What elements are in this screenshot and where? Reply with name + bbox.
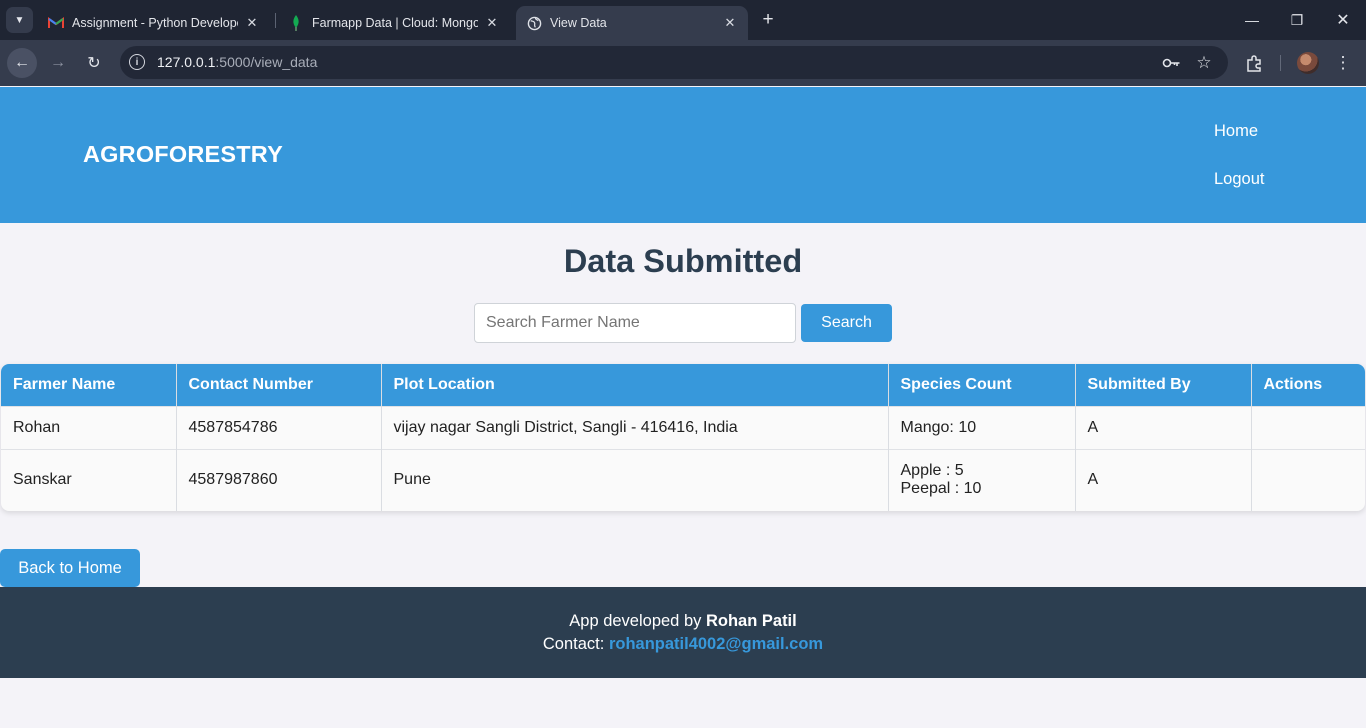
column-header: Actions: [1251, 364, 1365, 406]
nav-home-link[interactable]: Home: [1214, 122, 1258, 141]
tab-title: Assignment - Python Developer: [72, 16, 238, 30]
submitted-by-cell: A: [1075, 405, 1252, 449]
actions-cell: [1251, 448, 1365, 511]
profile-avatar[interactable]: [1297, 52, 1319, 74]
tab-title: Farmapp Data | Cloud: MongoDB: [312, 16, 478, 30]
contact-number-cell: 4587854786: [176, 405, 382, 449]
species-entry: Mango: 10: [900, 418, 977, 436]
tab-assignment[interactable]: Assignment - Python Developer ✕: [38, 6, 270, 40]
address-bar[interactable]: i 127.0.0.1:5000/view_data ☆: [120, 46, 1228, 79]
tab-farmapp[interactable]: Farmapp Data | Cloud: MongoDB ✕: [278, 6, 510, 40]
table-row: Rohan 4587854786 vijay nagar Sangli Dist…: [1, 405, 1365, 449]
plot-location-cell: Pune: [381, 448, 889, 511]
site-brand: AGROFORESTRY: [83, 141, 283, 167]
column-header: Species Count: [888, 364, 1076, 406]
tab-close-icon[interactable]: ✕: [244, 15, 260, 31]
window-close-icon[interactable]: ✕: [1320, 0, 1366, 40]
browser-tab-bar: ▼ Assignment - Python Developer ✕ Farmap…: [0, 0, 1366, 40]
minimize-icon[interactable]: —: [1229, 0, 1275, 40]
column-header: Farmer Name: [1, 364, 177, 406]
search-button[interactable]: Search: [801, 304, 892, 342]
tab-separator: [275, 13, 276, 28]
search-input[interactable]: [474, 303, 796, 343]
contact-number-cell: 4587987860: [176, 448, 382, 511]
species-count-cell: Mango: 10: [888, 405, 1076, 449]
column-header: Contact Number: [176, 364, 382, 406]
kebab-menu-icon[interactable]: ⋮: [1330, 50, 1356, 76]
globe-icon: [526, 15, 542, 31]
tab-close-icon[interactable]: ✕: [722, 15, 738, 31]
restore-icon[interactable]: ❐: [1274, 0, 1320, 40]
back-arrow-icon[interactable]: ←: [7, 48, 37, 78]
site-info-icon[interactable]: i: [129, 54, 145, 70]
submitted-by-cell: A: [1075, 448, 1252, 511]
column-header: Plot Location: [381, 364, 889, 406]
back-to-home-button[interactable]: Back to Home: [0, 549, 140, 587]
farmer-name-cell: Rohan: [1, 405, 177, 449]
tab-search-chevron-icon[interactable]: ▼: [6, 7, 33, 33]
data-table: Farmer Name Contact Number Plot Location…: [1, 364, 1365, 511]
url-text[interactable]: 127.0.0.1:5000/view_data: [157, 54, 317, 70]
toolbar-separator: [1280, 55, 1281, 71]
farmer-name-cell: Sanskar: [1, 448, 177, 511]
contact-email-link[interactable]: rohanpatil4002@gmail.com: [609, 635, 823, 653]
developer-name: Rohan Patil: [705, 612, 797, 630]
footer-contact: Contact: rohanpatil4002@gmail.com: [542, 635, 824, 653]
site-header: AGROFORESTRY Home Logout: [0, 87, 1366, 223]
forward-arrow-icon[interactable]: →: [43, 48, 73, 78]
reload-icon[interactable]: ↻: [79, 48, 109, 78]
plot-location-cell: vijay nagar Sangli District, Sangli - 41…: [381, 405, 889, 449]
tab-view-data[interactable]: View Data ✕: [516, 6, 748, 40]
page-title: Data Submitted: [563, 243, 803, 279]
password-key-icon[interactable]: [1160, 52, 1182, 74]
species-entry: Apple : 5: [900, 462, 964, 480]
site-footer: App developed by Rohan Patil Contact: ro…: [0, 587, 1366, 678]
table-row: Sanskar 4587987860 Pune Apple : 5 Peepal…: [1, 448, 1365, 511]
table-header-row: Farmer Name Contact Number Plot Location…: [1, 364, 1365, 406]
bookmark-star-icon[interactable]: ☆: [1193, 52, 1215, 74]
species-count-cell: Apple : 5 Peepal : 10: [888, 448, 1076, 511]
browser-toolbar: ← → ↻ i 127.0.0.1:5000/view_data ☆ ⋮: [0, 40, 1366, 86]
tab-title: View Data: [550, 16, 607, 30]
species-entry: Peepal : 10: [900, 480, 982, 498]
nav-logout-link[interactable]: Logout: [1214, 170, 1264, 189]
gmail-icon: [48, 15, 64, 31]
extensions-puzzle-icon[interactable]: [1241, 50, 1267, 76]
footer-credit: App developed by Rohan Patil: [569, 612, 797, 630]
tab-close-icon[interactable]: ✕: [484, 15, 500, 31]
new-tab-plus-icon[interactable]: +: [757, 8, 779, 32]
mongodb-leaf-icon: [288, 15, 304, 31]
actions-cell: [1251, 405, 1365, 449]
column-header: Submitted By: [1075, 364, 1252, 406]
